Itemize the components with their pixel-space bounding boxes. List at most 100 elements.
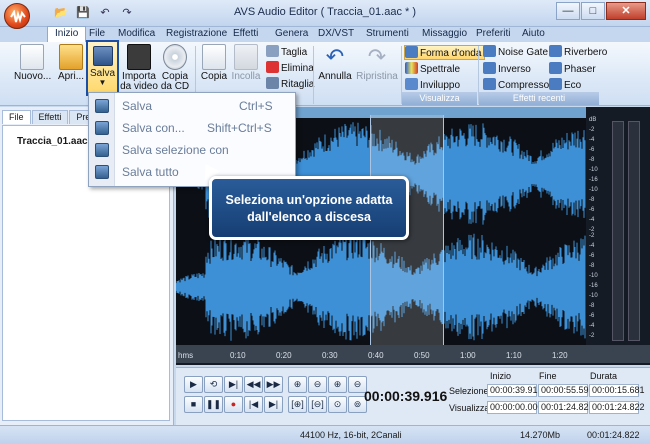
zoom-vertical-in-button[interactable]: ⊕ (328, 376, 347, 393)
zoom-fit-icon: ⊙ (333, 399, 342, 409)
zoom-in-button[interactable]: ⊕ (288, 376, 307, 393)
tab-inizio[interactable]: Inizio (47, 26, 87, 42)
zoom-selection-button[interactable]: [⊕] (288, 396, 307, 413)
view-start-field[interactable]: 00:00:00.000 (487, 401, 543, 414)
delete-icon (266, 61, 279, 73)
dropdown-arrow-icon: ▼ (98, 78, 107, 87)
undo-icon: ↶ (325, 44, 345, 69)
status-format: 44100 Hz, 16-bit, 2Canali (300, 430, 402, 440)
selection-label: Selezione (449, 386, 489, 396)
phaser-button[interactable]: Phaser (549, 62, 596, 77)
ruler-tick-label: 0:50 (414, 351, 430, 360)
tab-genera[interactable]: Genera (275, 27, 308, 42)
tab-modifica[interactable]: Modifica (118, 27, 155, 42)
view-spectral-button[interactable]: Spettrale (405, 62, 460, 77)
selection-duration-field[interactable]: 00:00:15.681 (589, 384, 645, 397)
echo-button[interactable]: Eco (549, 78, 581, 93)
panel-tab-file[interactable]: File (2, 110, 31, 124)
open-button[interactable]: Apri... (56, 44, 86, 82)
time-ruler[interactable]: hms 0:10 0:20 0:30 0:40 0:50 1:00 1:10 1:20 (176, 345, 650, 363)
reverb-icon (549, 45, 562, 57)
db-scale-label: -10 (589, 273, 598, 279)
go-end-button[interactable]: ▶| (264, 396, 283, 413)
delete-button[interactable]: Elimina (266, 61, 314, 76)
zoom-out-button[interactable]: ⊖ (308, 376, 327, 393)
fast-forward-icon: ▶▶ (266, 379, 281, 389)
zoom-fit-button[interactable]: ⊙ (328, 396, 347, 413)
tab-missaggio[interactable]: Missaggio (422, 27, 467, 42)
noise-gate-button[interactable]: Noise Gate (483, 45, 548, 60)
menu-item-save[interactable]: Salva Ctrl+S (89, 95, 295, 117)
view-duration-field[interactable]: 00:01:24.822 (589, 401, 645, 414)
reverb-button[interactable]: Riverbero (549, 45, 607, 60)
save-as-icon (95, 121, 109, 135)
minimize-button[interactable]: — (556, 2, 580, 20)
menu-item-save-selection[interactable]: Salva selezione con (89, 139, 295, 161)
tab-aiuto[interactable]: Aiuto (522, 27, 545, 42)
db-scale-label: -2 (589, 233, 595, 239)
app-logo-icon (10, 10, 26, 24)
recent-effects-caption: Effetti recenti (479, 92, 599, 105)
save-button[interactable]: Salva ▼ (86, 40, 119, 96)
fast-forward-button[interactable]: ▶▶ (264, 376, 283, 393)
tab-dxvst[interactable]: DX/VST (318, 27, 354, 42)
db-scale-label: -6 (589, 207, 595, 213)
app-menu-button[interactable] (4, 3, 30, 29)
save-icon (92, 46, 113, 66)
compressor-button[interactable]: Compressore (483, 78, 558, 93)
loop-button[interactable]: ⟲ (204, 376, 223, 393)
trim-button[interactable]: Ritaglia (266, 77, 314, 92)
loop-icon: ⟲ (209, 379, 218, 389)
db-scale-label: -4 (589, 137, 595, 143)
tab-strumenti[interactable]: Strumenti (366, 27, 409, 42)
db-scale-label: -8 (589, 263, 595, 269)
go-start-button[interactable]: |◀ (244, 396, 263, 413)
redo-button[interactable]: ↷ Ripristina (354, 44, 400, 82)
menu-item-save-as[interactable]: Salva con... Shift+Ctrl+S (89, 117, 295, 139)
view-envelope-button[interactable]: Inviluppo (405, 78, 460, 93)
phaser-icon (549, 62, 562, 74)
hint-callout: Seleziona un'opzione adatta dall'elenco … (209, 176, 409, 240)
tab-effetti[interactable]: Effetti (233, 27, 258, 42)
play-button[interactable]: ▶ (184, 376, 203, 393)
cut-button[interactable]: Taglia (266, 45, 307, 60)
go-end-icon: ▶| (268, 399, 279, 409)
ruler-tick-label: 0:10 (230, 351, 246, 360)
panel-tab-effects[interactable]: Effetti (31, 110, 69, 124)
close-button[interactable]: ✕ (606, 2, 646, 20)
window-title: AVS Audio Editor ( Traccia_01.aac * ) (234, 6, 416, 18)
level-meter-left (612, 121, 624, 341)
new-button[interactable]: Nuovo... (14, 44, 51, 82)
zoom-all-button[interactable]: [⊖] (308, 396, 327, 413)
level-meter-right (628, 121, 640, 341)
maximize-button[interactable]: □ (581, 2, 605, 20)
tab-preferiti[interactable]: Preferiti (476, 27, 510, 42)
tab-registrazione[interactable]: Registrazione (166, 27, 227, 42)
zoom-reset-icon: ⊚ (353, 399, 362, 409)
selection-end-field[interactable]: 00:00:55.598 (538, 384, 594, 397)
record-button[interactable]: ● (224, 396, 243, 413)
view-waveform-button[interactable]: Forma d'onda (404, 45, 486, 60)
go-start-icon: |◀ (248, 399, 259, 409)
record-icon: ● (230, 399, 237, 409)
save-dropdown-menu: Salva Ctrl+S Salva con... Shift+Ctrl+S S… (88, 92, 296, 187)
db-scale-label: -10 (589, 293, 598, 299)
invert-button[interactable]: Inverso (483, 62, 531, 77)
copy-button[interactable]: Copia (200, 44, 228, 82)
db-scale-label: -6 (589, 313, 595, 319)
folder-icon (59, 44, 83, 70)
rewind-button[interactable]: ◀◀ (244, 376, 263, 393)
import-video-button[interactable]: Importa da video (120, 44, 158, 92)
selection-start-field[interactable]: 00:00:39.916 (487, 384, 543, 397)
pause-button[interactable]: ❚❚ (204, 396, 223, 413)
view-end-field[interactable]: 00:01:24.822 (538, 401, 594, 414)
paste-button[interactable]: Incolla (230, 44, 262, 82)
echo-icon (549, 78, 562, 90)
stop-button[interactable]: ■ (184, 396, 203, 413)
ruler-tick-label: 1:20 (552, 351, 568, 360)
db-scale-label: -4 (589, 217, 595, 223)
undo-button[interactable]: ↶ Annulla (316, 44, 354, 82)
copy-cd-button[interactable]: Copia da CD (160, 44, 190, 92)
file-list-item[interactable]: Traccia_01.aac * (17, 136, 94, 147)
play-to-end-button[interactable]: ▶| (224, 376, 243, 393)
